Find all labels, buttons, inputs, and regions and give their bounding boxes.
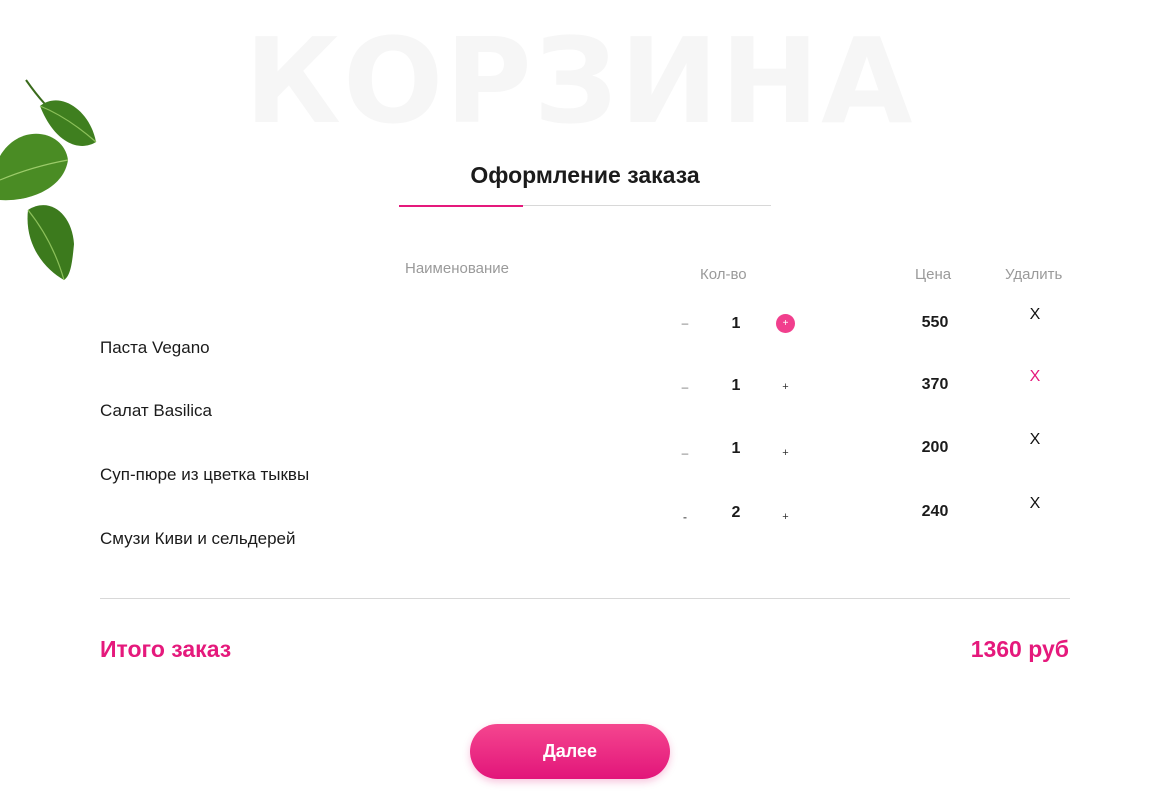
item-qty: 1 — [731, 315, 741, 332]
item-name: Смузи Киви и сельдерей — [100, 529, 296, 548]
item-qty: 2 — [731, 504, 741, 521]
increase-qty-button[interactable]: + — [776, 314, 795, 333]
page-watermark: КОРЗИНА — [244, 12, 915, 150]
next-button[interactable]: Далее — [470, 724, 670, 779]
item-name: Салат Basilica — [100, 401, 213, 420]
item-price: 240 — [921, 503, 949, 520]
delete-item-button[interactable]: X — [1025, 306, 1045, 324]
delete-item-button[interactable]: X — [1025, 431, 1045, 449]
item-name: Суп-пюре из цветка тыквы — [100, 465, 310, 484]
title-divider-accent — [399, 205, 523, 207]
item-name: Паста Vegano — [100, 338, 210, 357]
header-price: Цена — [915, 266, 952, 283]
delete-item-button[interactable]: X — [1025, 368, 1045, 386]
item-qty: 1 — [731, 440, 741, 457]
total-value: 1360 руб — [970, 636, 1069, 662]
item-price: 200 — [921, 439, 949, 456]
decrease-qty-button[interactable]: – — [680, 316, 690, 330]
header-name: Наименование — [405, 260, 509, 277]
item-qty: 1 — [731, 377, 741, 394]
decrease-qty-button[interactable]: – — [680, 446, 690, 460]
total-divider — [100, 598, 1070, 599]
header-qty: Кол-во — [700, 266, 747, 283]
page-title: Оформление заказа — [470, 162, 700, 188]
header-delete: Удалить — [1005, 266, 1063, 283]
total-label: Итого заказ — [100, 636, 232, 662]
decrease-qty-button[interactable]: – — [680, 380, 690, 394]
decrease-qty-button[interactable]: - — [680, 510, 690, 524]
item-price: 370 — [921, 376, 949, 393]
delete-item-button[interactable]: X — [1025, 495, 1045, 513]
increase-qty-button[interactable]: + — [776, 444, 795, 463]
increase-qty-button[interactable]: + — [776, 508, 795, 527]
increase-qty-button[interactable]: + — [776, 378, 795, 397]
item-price: 550 — [921, 314, 949, 331]
